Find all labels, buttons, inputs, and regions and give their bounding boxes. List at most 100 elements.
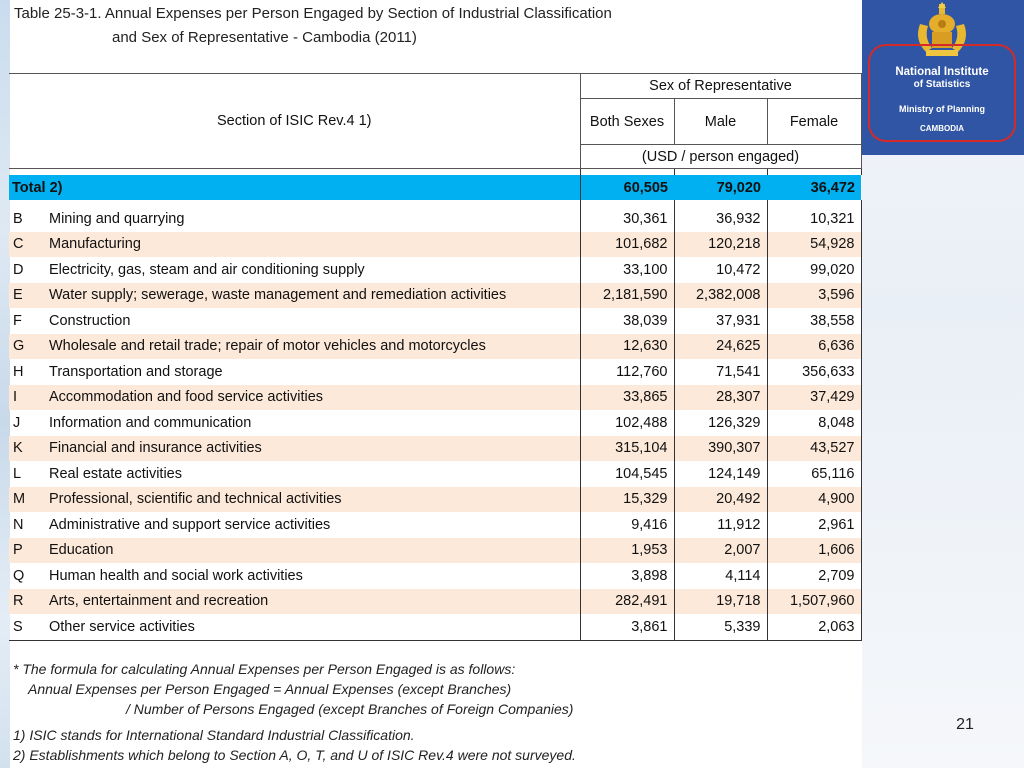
female-value: 8,048: [767, 410, 862, 436]
table-row: N Administrative and support service acti…: [9, 512, 862, 538]
both-sexes-value: 33,100: [580, 257, 675, 283]
both-sexes-value: 1,953: [580, 537, 675, 563]
female-value: 2,709: [767, 563, 862, 589]
expenses-table: Section of ISIC Rev.4 1) Sex of Represen…: [9, 73, 862, 641]
female-value: 37,429: [767, 384, 862, 410]
section-code: F: [13, 312, 22, 329]
total-both: 60,505: [580, 175, 674, 200]
total-label: Total 2): [9, 175, 581, 200]
section-code: N: [13, 516, 24, 533]
section-name: Mining and quarrying: [45, 206, 581, 232]
table-title: Table 25-3-1. Annual Expenses per Person…: [14, 5, 612, 22]
both-sexes-value: 102,488: [580, 410, 675, 436]
table-subtitle: and Sex of Representative - Cambodia (20…: [112, 29, 417, 46]
total-row: Total 2) 60,505 79,020 36,472: [9, 175, 861, 200]
both-sexes-value: 12,630: [580, 333, 675, 359]
male-value: 71,541: [674, 359, 768, 385]
table-row: S Other service activities 3,861 5,339 2,063: [9, 614, 862, 641]
female-value: 99,020: [767, 257, 862, 283]
male-value: 4,114: [674, 563, 768, 589]
section-code: B: [13, 210, 23, 227]
total-male: 79,020: [674, 175, 767, 200]
section-name: Other service activities: [45, 614, 581, 641]
section-name: Real estate activities: [45, 461, 581, 487]
section-name: Electricity, gas, steam and air conditio…: [45, 257, 581, 283]
section-code: R: [9, 588, 45, 614]
footnote-2: 2) Establishments which belong to Sectio…: [13, 747, 576, 763]
section-name: Construction: [45, 308, 581, 334]
both-sexes-value: 9,416: [580, 512, 675, 538]
section-name: Information and communication: [45, 410, 581, 436]
section-code: Q: [13, 567, 25, 584]
female-value: 356,633: [767, 359, 862, 385]
footnote-1: 1) ISIC stands for International Standar…: [13, 727, 415, 743]
section-name: Human health and social work activities: [45, 563, 581, 589]
table-row: C Manufacturing 101,682 120,218 54,928: [9, 231, 862, 257]
male-value: 37,931: [674, 308, 768, 334]
section-name: Financial and insurance activities: [45, 435, 581, 461]
table-row: L Real estate activities 104,545 124,149 65,…: [9, 461, 862, 487]
table-row: Q Human health and social work activities…: [9, 563, 862, 589]
female-value: 1,507,960: [767, 588, 862, 614]
male-value: 10,472: [674, 257, 768, 283]
section-code: H: [13, 363, 24, 380]
male-header: Male: [674, 98, 768, 145]
section-code: C: [9, 231, 45, 257]
male-value: 124,149: [674, 461, 768, 487]
both-sexes-header: Both Sexes: [580, 98, 675, 145]
female-value: 10,321: [767, 206, 862, 232]
section-name: Education: [45, 537, 581, 563]
table-row: F Construction 38,039 37,931 38,558: [9, 308, 862, 334]
section-name: Arts, entertainment and recreation: [45, 588, 581, 614]
male-value: 36,932: [674, 206, 768, 232]
section-code: K: [9, 435, 45, 461]
table-row: G Wholesale and retail trade; repair of m…: [9, 333, 862, 359]
female-value: 3,596: [767, 282, 862, 308]
table-row: E Water supply; sewerage, waste managemen…: [9, 282, 862, 308]
female-value: 4,900: [767, 486, 862, 512]
male-value: 120,218: [674, 231, 768, 257]
logo-country: CAMBODIA: [920, 124, 964, 133]
section-name: Water supply; sewerage, waste management…: [45, 282, 581, 308]
both-sexes-value: 104,545: [580, 461, 675, 487]
male-value: 20,492: [674, 486, 768, 512]
female-value: 54,928: [767, 231, 862, 257]
logo-ministry: Ministry of Planning: [898, 104, 985, 114]
section-header: Section of ISIC Rev.4 1): [9, 73, 581, 169]
table-row: K Financial and insurance activities 315,1…: [9, 435, 862, 461]
footnote-formula-line2: / Number of Persons Engaged (except Bran…: [126, 701, 574, 717]
both-sexes-value: 282,491: [580, 588, 675, 614]
both-sexes-value: 33,865: [580, 384, 675, 410]
both-sexes-value: 112,760: [580, 359, 675, 385]
section-code: L: [13, 465, 22, 482]
footnote-formula-line1: Annual Expenses per Person Engaged = Ann…: [28, 681, 512, 697]
table-row: I Accommodation and food service activiti…: [9, 384, 862, 410]
male-value: 24,625: [674, 333, 768, 359]
section-code: P: [9, 537, 45, 563]
footnote-formula-intro: * The formula for calculating Annual Exp…: [13, 661, 516, 677]
female-header: Female: [767, 98, 862, 145]
section-code: I: [9, 384, 45, 410]
male-value: 390,307: [674, 435, 768, 461]
male-value: 2,382,008: [674, 282, 768, 308]
both-sexes-value: 30,361: [580, 206, 675, 232]
table-row: H Transportation and storage 112,760 71,541…: [9, 359, 862, 385]
page-number: 21: [956, 716, 974, 733]
female-value: 43,527: [767, 435, 862, 461]
section-code: D: [13, 261, 24, 278]
male-value: 19,718: [674, 588, 768, 614]
section-code: G: [9, 333, 45, 359]
section-name: Professional, scientific and technical a…: [45, 486, 581, 512]
table-row: B Mining and quarrying 30,361 36,932 10,321: [9, 206, 862, 232]
table-body: B Mining and quarrying 30,361 36,932 10,321 C…: [9, 206, 862, 641]
male-value: 2,007: [674, 537, 768, 563]
female-value: 6,636: [767, 333, 862, 359]
section-name: Manufacturing: [45, 231, 581, 257]
section-code: J: [13, 414, 21, 431]
section-code: M: [9, 486, 45, 512]
section-code: E: [9, 282, 45, 308]
logo-title: National Institute: [895, 66, 989, 78]
female-value: 1,606: [767, 537, 862, 563]
table-row: R Arts, entertainment and recreation 282,4…: [9, 588, 862, 614]
table-row: M Professional, scientific and technical …: [9, 486, 862, 512]
